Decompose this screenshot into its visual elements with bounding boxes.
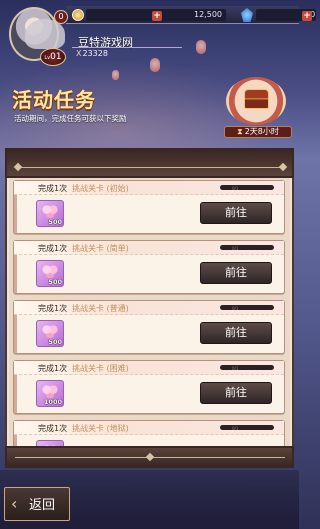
quest-progress-bar	[220, 425, 274, 430]
quest-card: 完成1次 挑战关卡 (普通) 0/1 500 前往	[13, 300, 285, 354]
flower-reward-icon	[42, 384, 58, 398]
quest-challenge: 挑战关卡 (简单)	[72, 244, 129, 253]
flower-reward-icon	[42, 204, 58, 218]
quest-header: 完成1次 挑战关卡 (简单)	[14, 241, 284, 255]
reward-item[interactable]: 1000	[36, 380, 64, 407]
event-timer: ⧗ 2天8小时	[224, 126, 292, 138]
treasure-chest-icon[interactable]	[244, 89, 269, 109]
back-arrow-icon: ‹	[11, 494, 18, 513]
quest-challenge: 挑战关卡 (地狱)	[72, 424, 129, 433]
quest-progress-bar	[220, 185, 274, 190]
timer-text: 2天8小时	[244, 127, 279, 136]
flower-reward-icon	[42, 324, 58, 338]
quest-complete-count: 完成1次	[38, 364, 68, 373]
panel-footer-band	[5, 446, 294, 468]
reward-item[interactable]: 500	[36, 200, 64, 227]
quest-card: 完成1次 挑战关卡 (地狱) 0/1	[13, 420, 285, 446]
quest-card: 完成1次 挑战关卡 (初始) 0/1 500 前往	[13, 180, 285, 234]
band-diamond	[13, 162, 23, 172]
add-gem-button[interactable]: +	[302, 11, 312, 21]
quest-list[interactable]: 完成1次 挑战关卡 (初始) 0/1 500 前往 完成1次 挑战关卡 (简单)…	[9, 178, 290, 446]
vip-level: 01	[50, 52, 62, 62]
quest-progress-text: 0/1	[232, 246, 239, 251]
quest-complete-count: 完成1次	[38, 244, 68, 253]
reward-item[interactable]: 500	[36, 320, 64, 347]
quest-header: 完成1次 挑战关卡 (普通)	[14, 301, 284, 315]
band-diamond	[278, 162, 288, 172]
quest-progress-bar	[220, 305, 274, 310]
quest-complete-count: 完成1次	[38, 184, 68, 193]
quest-challenge: 挑战关卡 (普通)	[72, 304, 129, 313]
flower-reward-icon	[42, 264, 58, 278]
gem-icon	[241, 8, 253, 22]
quest-progress-text: 0/1	[232, 426, 239, 431]
quest-card: 完成1次 挑战关卡 (简单) 0/1 500 前往	[13, 240, 285, 294]
lantern-decoration	[150, 58, 160, 72]
back-label: 返回	[29, 498, 56, 513]
level-badge: 0	[54, 10, 68, 24]
quest-progress-text: 0/1	[232, 186, 239, 191]
event-title: 活动任务	[12, 88, 96, 112]
reward-item[interactable]: 500	[36, 260, 64, 287]
reward-quantity: 500	[48, 278, 62, 286]
quest-header: 完成1次 挑战关卡 (困难)	[14, 361, 284, 375]
back-button[interactable]: ‹ 返回	[4, 487, 70, 521]
name-divider	[72, 47, 182, 48]
quest-progress-text: 0/1	[232, 366, 239, 371]
quest-complete-count: 完成1次	[38, 424, 68, 433]
reward-quantity: 500	[48, 338, 62, 346]
quest-header: 完成1次 挑战关卡 (地狱)	[14, 421, 284, 435]
reward-quantity: 1000	[43, 398, 62, 406]
quest-complete-count: 完成1次	[38, 304, 68, 313]
player-id: X23328	[76, 49, 108, 58]
band-divider	[15, 167, 285, 168]
reward-quantity: 500	[48, 218, 62, 226]
gold-value: 12,500	[194, 10, 222, 19]
go-button[interactable]: 前往	[200, 262, 272, 284]
quest-challenge: 挑战关卡 (初始)	[72, 184, 129, 193]
player-id-prefix: X	[76, 49, 82, 58]
go-button[interactable]: 前往	[200, 382, 272, 404]
gold-coin-icon	[72, 9, 84, 21]
lantern-decoration	[196, 40, 206, 54]
quest-progress-bar	[220, 245, 274, 250]
hourglass-icon: ⧗	[237, 127, 243, 136]
quest-progress-text: 0/1	[232, 306, 239, 311]
add-gold-button[interactable]: +	[152, 11, 162, 21]
quest-card: 完成1次 挑战关卡 (困难) 0/1 1000 前往	[13, 360, 285, 414]
go-button[interactable]: 前往	[200, 322, 272, 344]
resource-bar: 12,500 + 10 +	[66, 6, 316, 24]
quest-progress-bar	[220, 365, 274, 370]
quest-header: 完成1次 挑战关卡 (初始)	[14, 181, 284, 195]
event-description: 活动期间，完成任务可获以下奖励	[14, 114, 127, 123]
go-button[interactable]: 前往	[200, 202, 272, 224]
panel-header-band	[5, 148, 294, 178]
lantern-decoration	[112, 70, 119, 80]
quest-challenge: 挑战关卡 (困难)	[72, 364, 129, 373]
player-id-value: 23328	[82, 49, 108, 58]
band-diamond	[145, 452, 155, 462]
vip-badge: Lv01	[40, 48, 66, 66]
